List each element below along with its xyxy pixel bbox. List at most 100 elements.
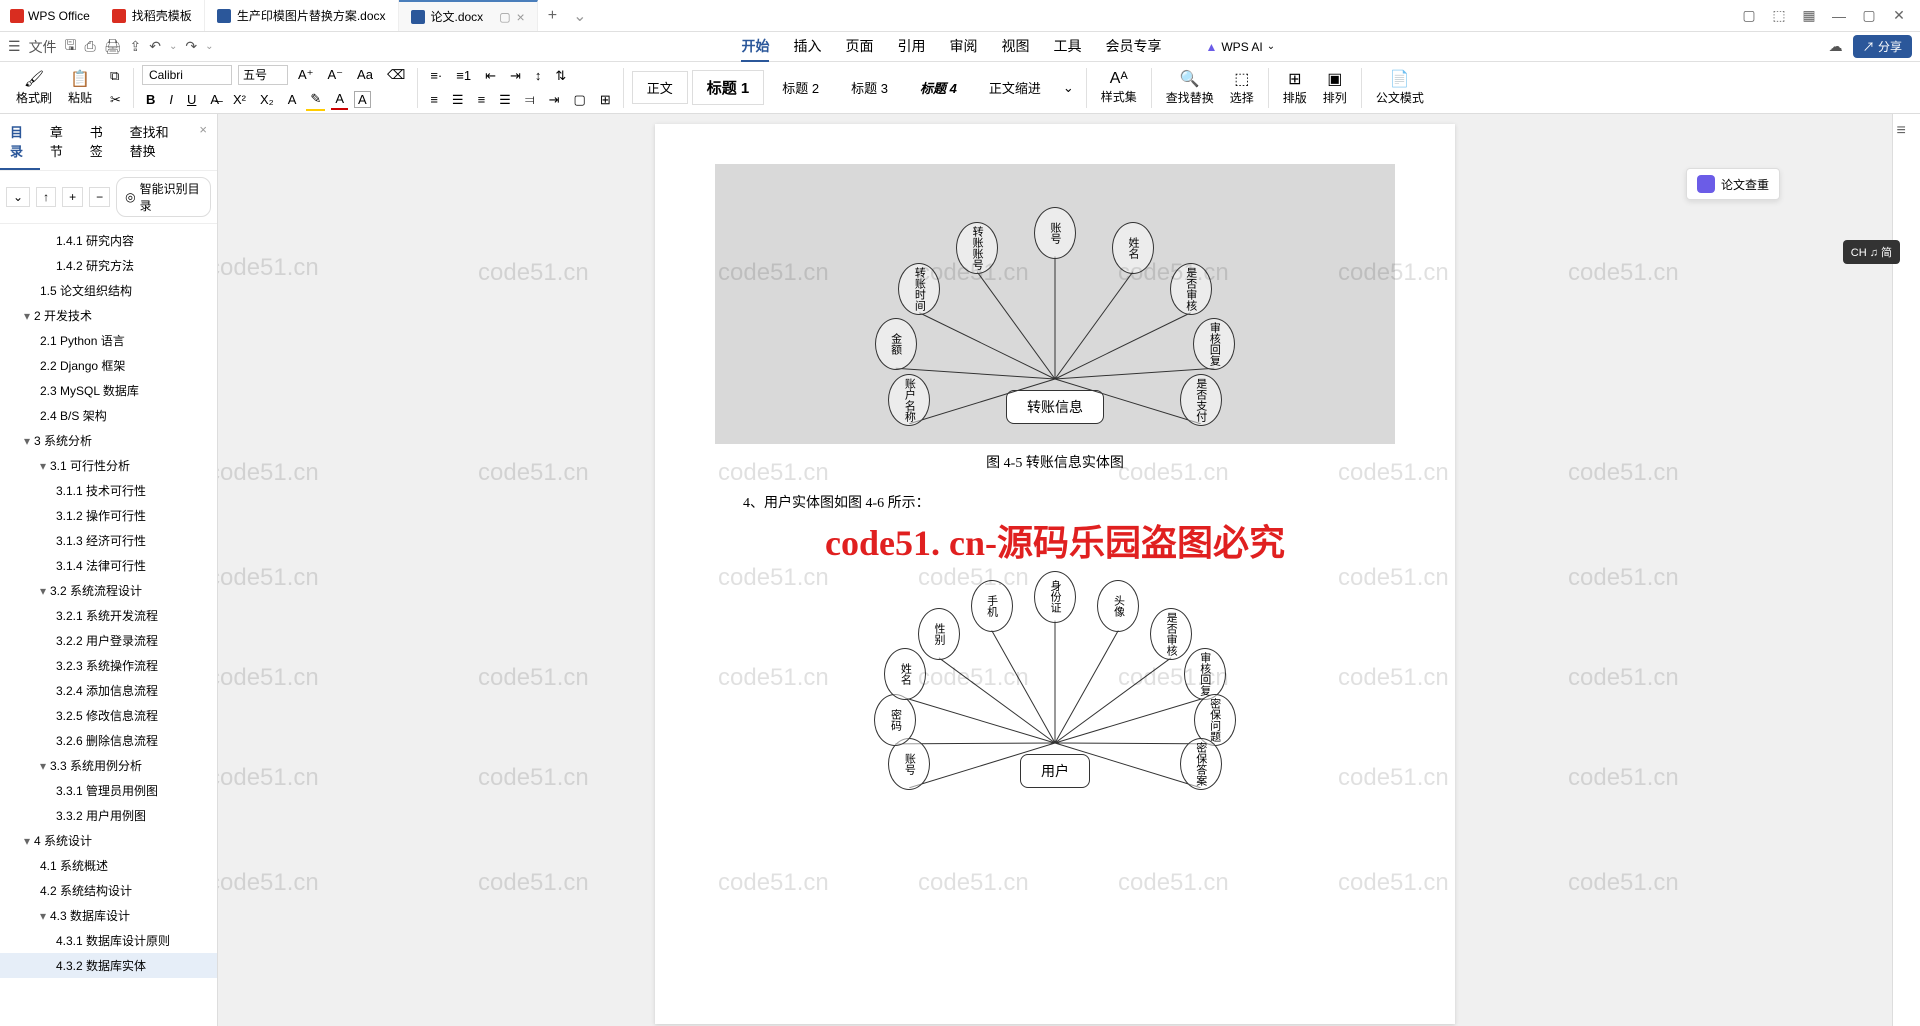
- toc-item[interactable]: 3.3.1 管理员用例图: [0, 778, 217, 803]
- toc-remove-icon[interactable]: −: [89, 187, 110, 207]
- strike-button[interactable]: A̶: [206, 90, 223, 109]
- share-button[interactable]: ↗ 分享: [1853, 35, 1912, 58]
- cut-icon[interactable]: ✂: [106, 90, 125, 110]
- tab-menu-chevron[interactable]: ⌄: [573, 6, 586, 26]
- win-grid-icon[interactable]: ▦: [1800, 7, 1818, 25]
- style-body-indent[interactable]: 正文缩进: [975, 72, 1055, 103]
- new-tab-button[interactable]: +: [538, 7, 567, 25]
- tab-doc2-active[interactable]: 论文.docx ▢ ×: [399, 0, 538, 31]
- toc-item[interactable]: 2.2 Django 框架: [0, 353, 217, 378]
- save-icon[interactable]: 🖫: [65, 35, 77, 59]
- toc-item[interactable]: 3.1.3 经济可行性: [0, 528, 217, 553]
- toc-up-icon[interactable]: ↑: [36, 187, 56, 207]
- font-color-button[interactable]: A: [331, 89, 348, 110]
- toc-item[interactable]: 3.2.5 修改信息流程: [0, 703, 217, 728]
- file-menu[interactable]: 文件: [29, 37, 57, 57]
- wps-ai-button[interactable]: ▲ WPS AI ⌄: [1205, 32, 1275, 62]
- menu-tab-review[interactable]: 审阅: [949, 32, 977, 62]
- tab-templates[interactable]: 找稻壳模板: [100, 0, 205, 31]
- style-body[interactable]: 正文: [632, 71, 688, 104]
- text-effect-button[interactable]: A: [284, 90, 301, 109]
- toc-item[interactable]: 1.4.1 研究内容: [0, 228, 217, 253]
- toc-item[interactable]: ▾3.1 可行性分析: [0, 453, 217, 478]
- toc-item[interactable]: ▾2 开发技术: [0, 303, 217, 328]
- superscript-button[interactable]: X²: [229, 90, 250, 109]
- toc-item[interactable]: ▾3.3 系统用例分析: [0, 753, 217, 778]
- decrease-font-icon[interactable]: A⁻: [323, 65, 347, 85]
- align-center-button[interactable]: ☰: [448, 90, 468, 110]
- paste-button[interactable]: 📋 粘贴: [62, 69, 98, 106]
- print-icon[interactable]: 🖨: [104, 38, 122, 55]
- toc-item[interactable]: 3.1.2 操作可行性: [0, 503, 217, 528]
- toc-item[interactable]: 1.4.2 研究方法: [0, 253, 217, 278]
- menu-tab-insert[interactable]: 插入: [793, 32, 821, 62]
- toc-item[interactable]: 2.4 B/S 架构: [0, 403, 217, 428]
- numbering-button[interactable]: ≡1: [452, 66, 475, 85]
- distribute-button[interactable]: ⫤: [521, 90, 539, 110]
- toc-item[interactable]: ▾3.2 系统流程设计: [0, 578, 217, 603]
- toc-item[interactable]: 3.1.1 技术可行性: [0, 478, 217, 503]
- change-case-icon[interactable]: Aa: [353, 65, 377, 84]
- styles-button[interactable]: Aᴬ样式集: [1095, 70, 1143, 105]
- tab-doc1[interactable]: 生产印模图片替换方案.docx: [205, 0, 399, 31]
- increase-indent-button[interactable]: ⇥: [506, 66, 525, 86]
- style-heading4[interactable]: 标题 4: [906, 72, 971, 103]
- styles-expand-icon[interactable]: ⌄: [1059, 78, 1078, 98]
- close-button[interactable]: ✕: [1890, 7, 1908, 25]
- sidebar-tab-find[interactable]: 查找和替换: [120, 114, 190, 170]
- justify-button[interactable]: ☰: [495, 90, 515, 110]
- sort-button[interactable]: ⇅: [551, 66, 570, 86]
- sidebar-tab-toc[interactable]: 目录: [0, 114, 40, 170]
- toc-item[interactable]: 4.1 系统概述: [0, 853, 217, 878]
- toc-item[interactable]: 4.3.1 数据库设计原则: [0, 928, 217, 953]
- highlight-button[interactable]: ✎: [306, 89, 325, 111]
- toc-item[interactable]: 2.3 MySQL 数据库: [0, 378, 217, 403]
- format-brush-button[interactable]: 🖌 格式刷: [10, 69, 58, 106]
- plagiarism-check-button[interactable]: 论文查重: [1686, 168, 1780, 200]
- menu-tab-member[interactable]: 会员专享: [1105, 32, 1161, 62]
- copy-icon[interactable]: ⧉: [106, 66, 125, 86]
- clear-format-icon[interactable]: ⌫: [383, 65, 409, 85]
- menu-tab-page[interactable]: 页面: [845, 32, 873, 62]
- print-preview-icon[interactable]: ⎙: [85, 38, 96, 55]
- subscript-button[interactable]: X₂: [256, 90, 278, 109]
- align-right-button[interactable]: ≡: [474, 90, 490, 109]
- increase-font-icon[interactable]: A⁺: [294, 65, 318, 85]
- find-replace-button[interactable]: 🔍查找替换: [1160, 69, 1220, 106]
- style-heading3[interactable]: 标题 3: [837, 72, 902, 103]
- select-button[interactable]: ⬚选择: [1224, 69, 1260, 106]
- menu-tab-reference[interactable]: 引用: [897, 32, 925, 62]
- document-area[interactable]: 转账信息账户名称金额转账时间转账账号账号姓名是否审核审核回复是否支付 code5…: [218, 114, 1892, 1026]
- undo-icon[interactable]: ↶: [149, 38, 161, 55]
- toc-item[interactable]: ▾3 系统分析: [0, 428, 217, 453]
- sidebar-tab-bookmark[interactable]: 书签: [80, 114, 120, 170]
- toc-item[interactable]: 3.2.1 系统开发流程: [0, 603, 217, 628]
- tab-window-icon[interactable]: ▢: [499, 10, 510, 24]
- shading-button[interactable]: ▢: [570, 90, 590, 110]
- bold-button[interactable]: B: [142, 90, 159, 109]
- arrange-h-button[interactable]: ▣排列: [1317, 69, 1353, 106]
- style-heading1[interactable]: 标题 1: [692, 70, 765, 105]
- toc-item[interactable]: 1.5 论文组织结构: [0, 278, 217, 303]
- italic-button[interactable]: I: [165, 90, 177, 109]
- arrange-v-button[interactable]: ⊞排版: [1277, 69, 1313, 106]
- toc-item[interactable]: ▾4 系统设计: [0, 828, 217, 853]
- size-select[interactable]: [238, 65, 288, 85]
- toc-item[interactable]: 3.2.2 用户登录流程: [0, 628, 217, 653]
- font-select[interactable]: [142, 65, 232, 85]
- toc-collapse-icon[interactable]: ⌄: [6, 187, 30, 207]
- gov-mode-button[interactable]: 📄公文模式: [1370, 69, 1430, 106]
- toc-item[interactable]: 4.2 系统结构设计: [0, 878, 217, 903]
- align-left-button[interactable]: ≡: [426, 90, 442, 109]
- export-icon[interactable]: ⇪: [129, 38, 141, 55]
- toc-item[interactable]: 3.2.4 添加信息流程: [0, 678, 217, 703]
- style-heading2[interactable]: 标题 2: [768, 72, 833, 103]
- menu-tab-start[interactable]: 开始: [741, 32, 769, 62]
- win-box1-icon[interactable]: ▢: [1740, 7, 1758, 25]
- underline-button[interactable]: U: [183, 90, 200, 109]
- cloud-icon[interactable]: ☁: [1829, 38, 1843, 55]
- bullets-button[interactable]: ≡·: [426, 66, 446, 85]
- line-spacing-button[interactable]: ↕: [531, 66, 546, 85]
- menu-tab-view[interactable]: 视图: [1001, 32, 1029, 62]
- collapse-panel-icon[interactable]: ≡: [1897, 122, 1917, 142]
